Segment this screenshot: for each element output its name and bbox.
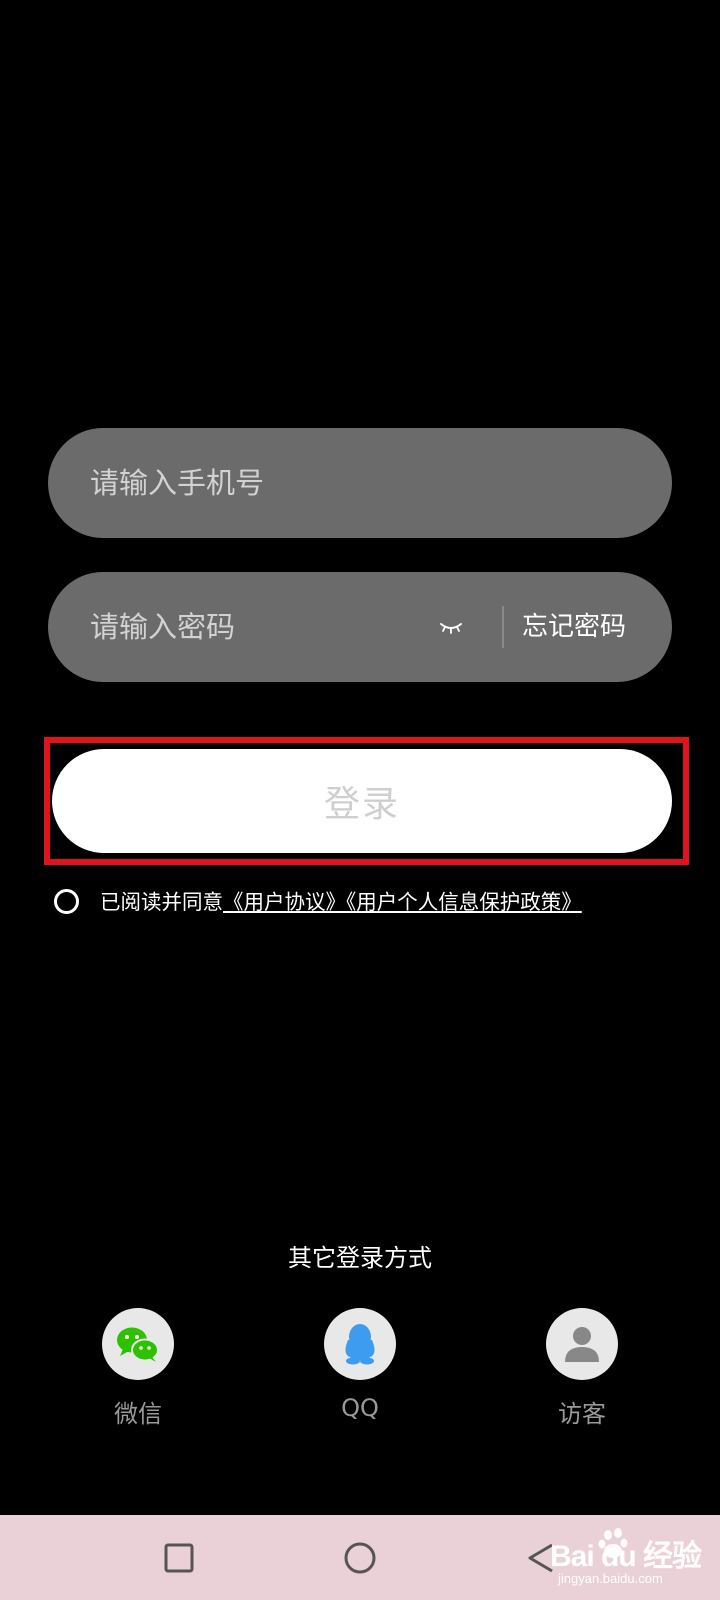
user-agreement-link[interactable]: 《用户协议》: [223, 890, 346, 914]
login-button[interactable]: 登录: [52, 749, 672, 853]
field-divider: [502, 606, 504, 648]
privacy-policy-link[interactable]: 《用户个人信息保护政策》: [346, 890, 582, 914]
watermark-url: jingyan.baidu.com: [558, 1571, 663, 1586]
recent-apps-icon[interactable]: [162, 1541, 196, 1575]
guest-login[interactable]: 访客: [512, 1308, 652, 1429]
qq-button[interactable]: [324, 1308, 396, 1380]
phone-input[interactable]: [90, 428, 630, 538]
other-login-title: 其它登录方式: [288, 1244, 432, 1272]
wechat-login[interactable]: 微信: [68, 1308, 208, 1429]
wechat-label: 微信: [114, 1400, 162, 1428]
baidu-jingyan-watermark: Bai du 经验 jingyan.baidu.com: [550, 1525, 720, 1600]
agreement-prefix: 已阅读并同意: [100, 890, 223, 914]
guest-button[interactable]: [546, 1308, 618, 1380]
wechat-button[interactable]: [102, 1308, 174, 1380]
password-field[interactable]: 忘记密码: [48, 572, 672, 682]
watermark-logo-text: Bai du 经验: [550, 1540, 702, 1573]
guest-label: 访客: [558, 1400, 606, 1428]
agree-checkbox[interactable]: [54, 889, 79, 914]
guest-user-icon: [565, 1327, 599, 1362]
agreement-text: 已阅读并同意《用户协议》《用户个人信息保护政策》: [100, 888, 630, 917]
eye-closed-icon[interactable]: [438, 614, 464, 640]
phone-field[interactable]: [48, 428, 672, 538]
home-icon[interactable]: [343, 1541, 377, 1575]
wechat-icon: [117, 1327, 159, 1362]
password-input[interactable]: [90, 572, 420, 682]
qq-label: QQ: [341, 1394, 379, 1422]
qq-login[interactable]: QQ: [290, 1308, 430, 1422]
qq-icon: [345, 1324, 375, 1365]
forgot-password-link[interactable]: 忘记密码: [522, 572, 626, 682]
agreement-row: 已阅读并同意《用户协议》《用户个人信息保护政策》: [54, 888, 654, 948]
